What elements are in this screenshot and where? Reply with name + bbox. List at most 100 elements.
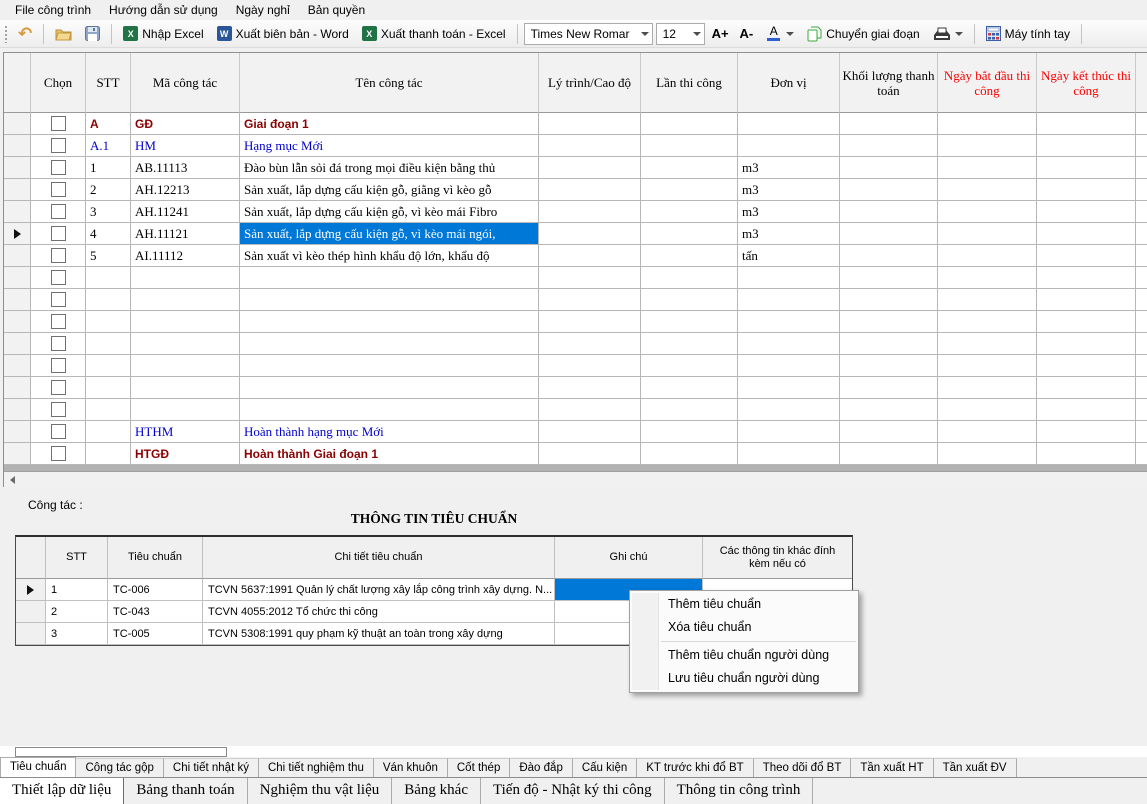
cell-ngay-bat-dau[interactable] — [938, 311, 1037, 333]
cell-stt[interactable]: A — [86, 113, 131, 135]
cell-ngay-bat-dau[interactable] — [938, 355, 1037, 377]
row-header-cell[interactable] — [16, 579, 46, 601]
cell-chon[interactable] — [31, 399, 86, 421]
menu-item-2[interactable]: Ngày nghỉ — [227, 1, 299, 19]
cell-ngay-bat-dau[interactable] — [938, 201, 1037, 223]
cell-ten-cong-tac[interactable] — [240, 333, 539, 355]
cell-lan-thi-cong[interactable] — [641, 201, 738, 223]
cell-ma-cong-tac[interactable] — [131, 333, 240, 355]
scroll-left-arrow-icon[interactable] — [4, 472, 21, 487]
cell-khoi-luong[interactable] — [840, 223, 938, 245]
cell-ma-cong-tac[interactable] — [131, 289, 240, 311]
cell-stt[interactable] — [86, 311, 131, 333]
tab-inner-tần-xuất-đv[interactable]: Tần xuất ĐV — [934, 758, 1017, 777]
cell-stt[interactable]: 3 — [86, 201, 131, 223]
cell-don-vi[interactable]: m3 — [738, 201, 840, 223]
cell-khoi-luong[interactable] — [840, 245, 938, 267]
cell-ngay-ket-thuc[interactable] — [1037, 311, 1136, 333]
cell-ly-trinh[interactable] — [539, 355, 641, 377]
row-header-cell[interactable] — [4, 355, 31, 377]
cell-chon[interactable] — [31, 245, 86, 267]
cell-stt[interactable]: 4 — [86, 223, 131, 245]
cell-ly-trinh[interactable] — [539, 399, 641, 421]
cell-stt[interactable] — [86, 333, 131, 355]
main-grid-column-header[interactable]: Mã công tác — [131, 53, 240, 113]
cell-ly-trinh[interactable] — [539, 311, 641, 333]
cell-lan-thi-cong[interactable] — [641, 399, 738, 421]
cell-ten-cong-tac[interactable]: Đào bùn lẫn sỏi đá trong mọi điều kiện b… — [240, 157, 539, 179]
cell-ly-trinh[interactable] — [539, 223, 641, 245]
cell-chon[interactable] — [31, 179, 86, 201]
cell-lan-thi-cong[interactable] — [641, 223, 738, 245]
cell-lan-thi-cong[interactable] — [641, 157, 738, 179]
row-checkbox[interactable] — [51, 160, 66, 175]
cell-don-vi[interactable] — [738, 333, 840, 355]
cell-don-vi[interactable]: m3 — [738, 179, 840, 201]
cell-lan-thi-cong[interactable] — [641, 421, 738, 443]
row-checkbox[interactable] — [51, 270, 66, 285]
cell-ma-cong-tac[interactable] — [131, 355, 240, 377]
cell-tieu-chuan[interactable]: TC-006 — [108, 579, 203, 601]
cell-don-vi[interactable] — [738, 399, 840, 421]
cell-ten-cong-tac[interactable]: Hạng mục Mới — [240, 135, 539, 157]
tab-inner-đào-đắp[interactable]: Đào đắp — [510, 758, 572, 777]
cell-lan-thi-cong[interactable] — [641, 245, 738, 267]
cell-ngay-ket-thuc[interactable] — [1037, 333, 1136, 355]
cell-stt[interactable]: 1 — [86, 157, 131, 179]
cell-ngay-bat-dau[interactable] — [938, 377, 1037, 399]
font-increase-button[interactable]: A+ — [708, 23, 733, 44]
cell-khoi-luong[interactable] — [840, 377, 938, 399]
cell-chon[interactable] — [31, 201, 86, 223]
cell-lan-thi-cong[interactable] — [641, 113, 738, 135]
cell-ten-cong-tac[interactable] — [240, 355, 539, 377]
cell-don-vi[interactable] — [738, 135, 840, 157]
tab-inner-tần-xuất-ht[interactable]: Tần xuất HT — [851, 758, 933, 777]
cell-ma-cong-tac[interactable] — [131, 377, 240, 399]
cell-ten-cong-tac[interactable]: Hoàn thành hạng mục Mới — [240, 421, 539, 443]
row-header-cell[interactable] — [4, 421, 31, 443]
row-header-cell[interactable] — [4, 443, 31, 465]
cell-ngay-ket-thuc[interactable] — [1037, 377, 1136, 399]
open-file-button[interactable] — [50, 24, 77, 44]
cell-stt[interactable]: 1 — [46, 579, 108, 601]
cell-ngay-bat-dau[interactable] — [938, 399, 1037, 421]
cell-ngay-bat-dau[interactable] — [938, 421, 1037, 443]
nhap-excel-button[interactable]: X Nhập Excel — [118, 23, 208, 44]
cell-ly-trinh[interactable] — [539, 179, 641, 201]
cell-don-vi[interactable]: m3 — [738, 223, 840, 245]
row-header-cell[interactable] — [4, 223, 31, 245]
cell-chon[interactable] — [31, 421, 86, 443]
scrollbar-thumb[interactable] — [15, 747, 227, 757]
cell-ma-cong-tac[interactable] — [131, 311, 240, 333]
row-checkbox[interactable] — [51, 248, 66, 263]
cell-ngay-bat-dau[interactable] — [938, 223, 1037, 245]
tab-inner-tiêu-chuẩn[interactable]: Tiêu chuẩn — [0, 757, 76, 777]
cell-stt[interactable] — [86, 421, 131, 443]
standards-column-header[interactable]: Chi tiết tiêu chuẩn — [203, 537, 555, 579]
row-checkbox[interactable] — [51, 336, 66, 351]
cell-khoi-luong[interactable] — [840, 267, 938, 289]
main-grid-column-header[interactable]: Ngày kết thúc thi công — [1037, 53, 1136, 113]
cell-don-vi[interactable] — [738, 113, 840, 135]
cell-don-vi[interactable] — [738, 443, 840, 465]
cell-ngay-bat-dau[interactable] — [938, 267, 1037, 289]
cell-chi-tiet[interactable]: TCVN 4055:2012 Tổ chức thi công — [203, 601, 555, 623]
standards-column-header[interactable]: Tiêu chuẩn — [108, 537, 203, 579]
cell-ma-cong-tac[interactable]: AH.12213 — [131, 179, 240, 201]
cell-tieu-chuan[interactable]: TC-005 — [108, 623, 203, 645]
tab-inner-ván-khuôn[interactable]: Ván khuôn — [374, 758, 448, 777]
xuat-thanh-toan-excel-button[interactable]: X Xuất thanh toán - Excel — [357, 23, 511, 44]
cell-don-vi[interactable] — [738, 311, 840, 333]
cell-ngay-ket-thuc[interactable] — [1037, 245, 1136, 267]
cell-ten-cong-tac[interactable] — [240, 399, 539, 421]
row-header-cell[interactable] — [16, 623, 46, 645]
row-checkbox[interactable] — [51, 380, 66, 395]
row-checkbox[interactable] — [51, 424, 66, 439]
cell-ngay-ket-thuc[interactable] — [1037, 267, 1136, 289]
cell-ma-cong-tac[interactable]: AB.11113 — [131, 157, 240, 179]
cell-ly-trinh[interactable] — [539, 289, 641, 311]
cell-ly-trinh[interactable] — [539, 201, 641, 223]
tab-inner-chi-tiết-nhật-ký[interactable]: Chi tiết nhật ký — [164, 758, 259, 777]
cell-ten-cong-tac[interactable]: Sản xuất vì kèo thép hình khẩu độ lớn, k… — [240, 245, 539, 267]
cell-stt[interactable]: 2 — [46, 601, 108, 623]
